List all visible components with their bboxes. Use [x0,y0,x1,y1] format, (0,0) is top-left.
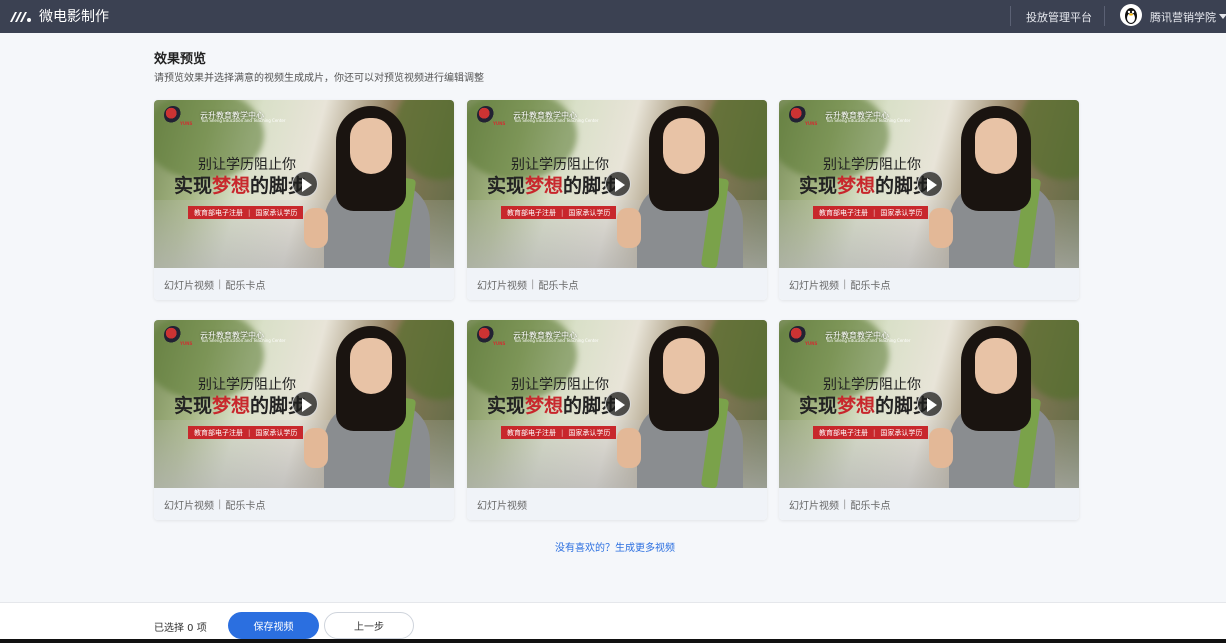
tag-separator: | [531,278,535,290]
user-avatar[interactable] [1120,4,1142,26]
card-tags: 幻灯片视频 | 配乐卡点 [779,488,1079,520]
nav-divider [1010,6,1011,26]
play-icon[interactable] [292,391,318,417]
brand-short: YUNS [493,341,506,346]
page-title: 效果预览 [154,52,207,67]
tag-slideshow: 幻灯片视频 [164,280,214,292]
tag-slideshow: 幻灯片视频 [477,500,527,512]
video-thumbnail[interactable]: 云升教育教学中心 Yun Sheng Education and Teachin… [779,100,1079,268]
play-icon[interactable] [605,171,631,197]
play-icon[interactable] [917,391,943,417]
slogan-line2: 实现梦想的脚步 [799,395,933,417]
page-subtitle: 请预览效果并选择满意的视频生成成片，你还可以对预览视频进行编辑调整 [154,73,484,84]
video-thumbnail[interactable]: 云升教育教学中心 Yun Sheng Education and Teachin… [779,320,1079,488]
play-icon[interactable] [292,171,318,197]
app-logo-icon[interactable] [8,8,32,24]
play-icon[interactable] [917,171,943,197]
play-icon[interactable] [605,391,631,417]
card-tags: 幻灯片视频 | 配乐卡点 [467,268,767,300]
card-tags: 幻灯片视频 | 配乐卡点 [154,488,454,520]
brand-subtitle: Yun Sheng Education and Teaching Center [826,338,911,343]
card-tags: 幻灯片视频 | 配乐卡点 [154,268,454,300]
top-navigation-bar: 微电影制作 投放管理平台 腾讯营销学院 [0,0,1226,33]
brand-short: YUNS [805,121,818,126]
video-thumbnail[interactable]: 云升教育教学中心 Yun Sheng Education and Teachin… [154,100,454,268]
tag-slideshow: 幻灯片视频 [789,500,839,512]
tag-slideshow: 幻灯片视频 [164,500,214,512]
bottom-action-bar: 已选择 0 项 保存视频 上一步 [0,602,1226,643]
video-card[interactable]: 云升教育教学中心 Yun Sheng Education and Teachin… [467,100,767,300]
brand-subtitle: Yun Sheng Education and Teaching Center [514,118,599,123]
generate-more-link[interactable]: 没有喜欢的？生成更多视频 [555,539,675,554]
ribbon-banner: 教育部电子注册 | 国家承认学历 [188,206,304,219]
screen-edge [0,639,1226,643]
ribbon-banner: 教育部电子注册 | 国家承认学历 [501,206,617,219]
slogan-line2: 实现梦想的脚步 [174,395,308,417]
brand-subtitle: Yun Sheng Education and Teaching Center [826,118,911,123]
video-card[interactable]: 云升教育教学中心 Yun Sheng Education and Teachin… [467,320,767,520]
brand-short: YUNS [493,121,506,126]
brand-short: YUNS [180,341,193,346]
card-tags: 幻灯片视频 | 配乐卡点 [779,268,1079,300]
video-thumbnail[interactable]: 云升教育教学中心 Yun Sheng Education and Teachin… [467,100,767,268]
tag-slideshow: 幻灯片视频 [477,280,527,292]
tag-separator: | [843,498,847,510]
tag-separator: | [218,278,222,290]
brand-subtitle: Yun Sheng Education and Teaching Center [201,338,286,343]
ribbon-banner: 教育部电子注册 | 国家承认学历 [501,426,617,439]
tag-music-beat: 配乐卡点 [850,280,891,292]
tag-music-beat: 配乐卡点 [850,500,891,512]
tag-music-beat: 配乐卡点 [225,280,266,292]
brand-subtitle: Yun Sheng Education and Teaching Center [201,118,286,123]
video-thumbnail[interactable]: 云升教育教学中心 Yun Sheng Education and Teachin… [467,320,767,488]
slogan-line2: 实现梦想的脚步 [487,175,621,197]
tag-music-beat: 配乐卡点 [538,280,579,292]
slogan-line2: 实现梦想的脚步 [799,175,933,197]
brand-short: YUNS [805,341,818,346]
video-card[interactable]: 云升教育教学中心 Yun Sheng Education and Teachin… [779,320,1079,520]
video-card[interactable]: 云升教育教学中心 Yun Sheng Education and Teachin… [779,100,1079,300]
slogan-line2: 实现梦想的脚步 [487,395,621,417]
tag-separator: | [218,498,222,510]
save-video-button[interactable]: 保存视频 [228,612,319,639]
user-name[interactable]: 腾讯营销学院 [1150,9,1216,25]
back-button[interactable]: 上一步 [324,612,414,639]
video-card[interactable]: 云升教育教学中心 Yun Sheng Education and Teachin… [154,100,454,300]
selected-count: 已选择 0 项 [154,623,207,634]
card-tags: 幻灯片视频 [467,488,767,520]
ad-platform-link[interactable]: 投放管理平台 [1026,9,1092,25]
brand-subtitle: Yun Sheng Education and Teaching Center [514,338,599,343]
video-thumbnail[interactable]: 云升教育教学中心 Yun Sheng Education and Teachin… [154,320,454,488]
ribbon-banner: 教育部电子注册 | 国家承认学历 [813,426,929,439]
slogan-line2: 实现梦想的脚步 [174,175,308,197]
ribbon-banner: 教育部电子注册 | 国家承认学历 [813,206,929,219]
tag-slideshow: 幻灯片视频 [789,280,839,292]
nav-divider [1104,6,1105,26]
video-card[interactable]: 云升教育教学中心 Yun Sheng Education and Teachin… [154,320,454,520]
ribbon-banner: 教育部电子注册 | 国家承认学历 [188,426,304,439]
tag-separator: | [843,278,847,290]
chevron-down-icon[interactable] [1219,14,1226,19]
brand-short: YUNS [180,121,193,126]
app-title: 微电影制作 [39,9,109,25]
tag-music-beat: 配乐卡点 [225,500,266,512]
qq-penguin-icon [1125,8,1137,24]
